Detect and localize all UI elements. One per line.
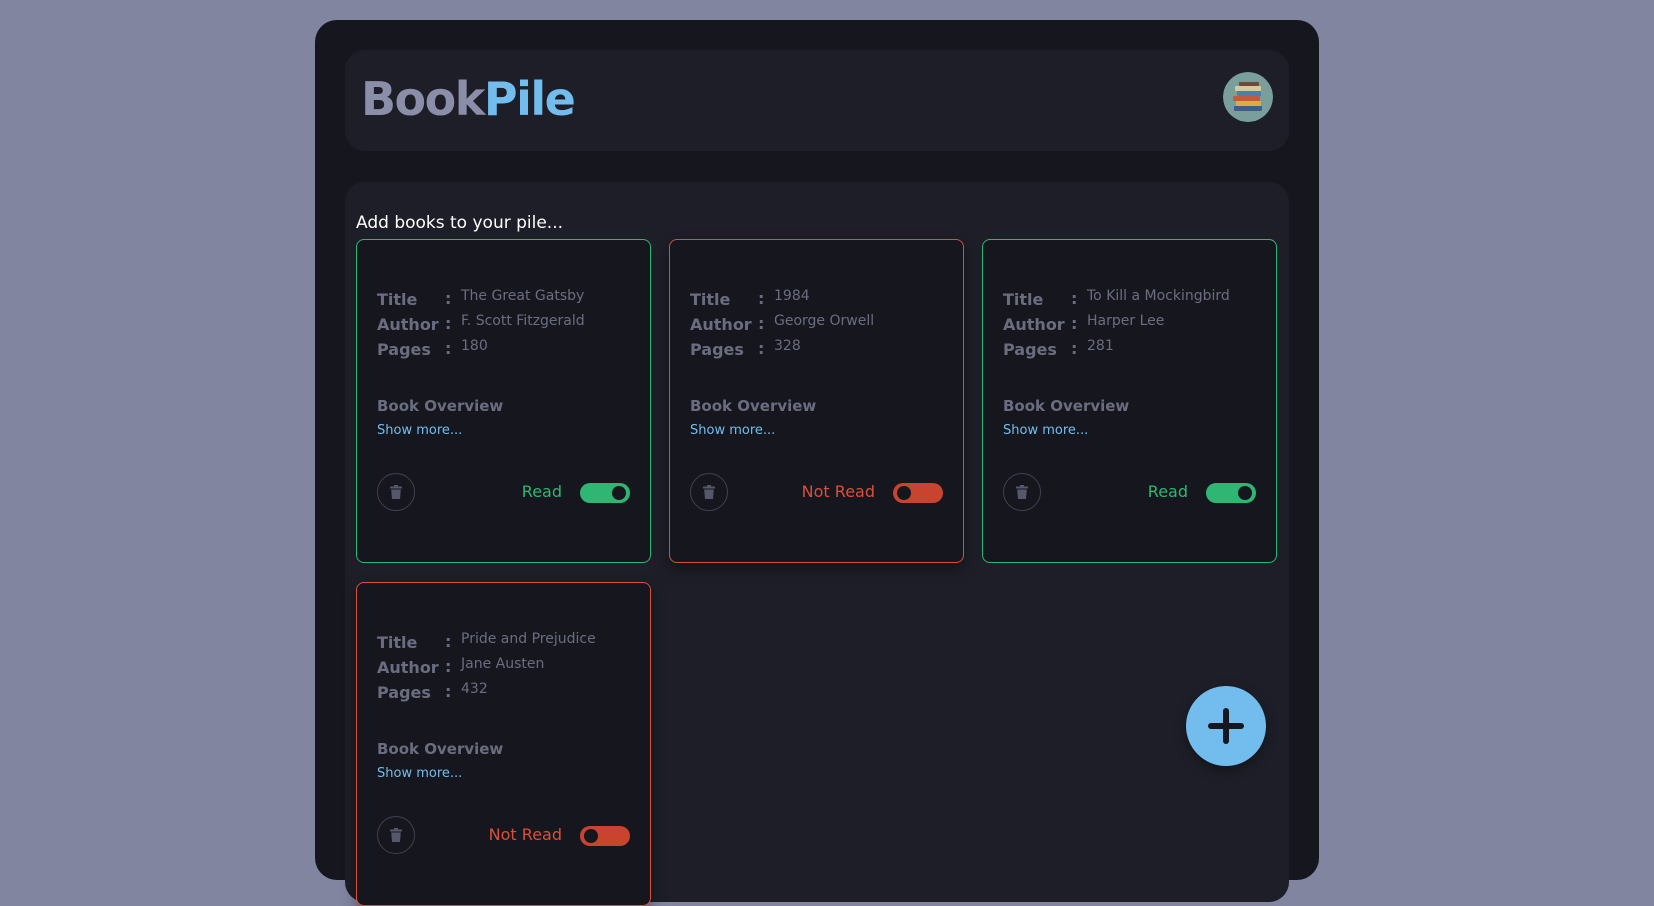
trash-icon xyxy=(1016,485,1028,499)
pages-label: Pages xyxy=(1003,340,1057,359)
author-row: Author : F. Scott Fitzgerald xyxy=(377,313,637,337)
show-more-link[interactable]: Show more... xyxy=(377,423,462,438)
show-more-link[interactable]: Show more... xyxy=(690,423,775,438)
add-book-button[interactable] xyxy=(1186,686,1266,766)
delete-button[interactable] xyxy=(377,473,415,511)
read-status-label: Not Read xyxy=(488,825,562,844)
title-row: Title : To Kill a Mockingbird xyxy=(1003,288,1263,312)
colon: : xyxy=(758,289,765,308)
colon: : xyxy=(1071,339,1078,358)
read-status-label: Read xyxy=(1147,482,1188,501)
title-row: Title : Pride and Prejudice xyxy=(377,631,637,655)
author-label: Author xyxy=(377,315,439,334)
colon: : xyxy=(445,657,452,676)
book-card: Title : The Great Gatsby Author : F. Sco… xyxy=(356,239,651,563)
pages-label: Pages xyxy=(690,340,744,359)
delete-button[interactable] xyxy=(377,816,415,854)
colon: : xyxy=(445,339,452,358)
show-more-link[interactable]: Show more... xyxy=(1003,423,1088,438)
trash-icon xyxy=(390,485,402,499)
book-author: Jane Austen xyxy=(461,656,545,672)
read-toggle[interactable] xyxy=(893,483,943,503)
title-label: Title xyxy=(377,633,418,652)
pages-row: Pages : 180 xyxy=(377,338,637,362)
show-more-link[interactable]: Show more... xyxy=(377,766,462,781)
colon: : xyxy=(445,632,452,651)
delete-button[interactable] xyxy=(1003,473,1041,511)
read-toggle[interactable] xyxy=(580,826,630,846)
read-status-label: Read xyxy=(521,482,562,501)
header: BookPile xyxy=(345,50,1289,151)
add-books-prompt: Add books to your pile... xyxy=(356,213,564,233)
book-pages: 328 xyxy=(774,338,801,354)
book-stack-avatar-icon[interactable] xyxy=(1223,72,1273,122)
book-title: 1984 xyxy=(774,288,810,304)
title-label: Title xyxy=(377,290,418,309)
book-card: Title : Pride and Prejudice Author : Jan… xyxy=(356,582,651,906)
book-card: Title : 1984 Author : George Orwell Page… xyxy=(669,239,964,563)
book-title: Pride and Prejudice xyxy=(461,631,596,647)
toggle-knob xyxy=(584,829,598,843)
logo-pile-text: Pile xyxy=(483,72,576,126)
app-container: BookPile Add books to your pile... Title… xyxy=(315,20,1319,906)
overview-label: Book Overview xyxy=(690,397,817,415)
colon: : xyxy=(1071,289,1078,308)
title-row: Title : The Great Gatsby xyxy=(377,288,637,312)
colon: : xyxy=(758,314,765,333)
book-author: George Orwell xyxy=(774,313,875,329)
app-logo: BookPile xyxy=(361,70,576,128)
book-pages: 180 xyxy=(461,338,488,354)
colon: : xyxy=(445,314,452,333)
author-label: Author xyxy=(690,315,752,334)
author-label: Author xyxy=(1003,315,1065,334)
toggle-knob xyxy=(1238,486,1252,500)
toggle-knob xyxy=(612,486,626,500)
pages-label: Pages xyxy=(377,340,431,359)
read-toggle[interactable] xyxy=(580,483,630,503)
read-status-label: Not Read xyxy=(801,482,875,501)
overview-label: Book Overview xyxy=(377,397,504,415)
read-toggle[interactable] xyxy=(1206,483,1256,503)
book-title: To Kill a Mockingbird xyxy=(1087,288,1230,304)
overview-label: Book Overview xyxy=(377,740,504,758)
title-label: Title xyxy=(1003,290,1044,309)
colon: : xyxy=(445,682,452,701)
author-row: Author : Harper Lee xyxy=(1003,313,1263,337)
title-label: Title xyxy=(690,290,731,309)
delete-button[interactable] xyxy=(690,473,728,511)
book-pile-panel: Add books to your pile... Title : The Gr… xyxy=(345,182,1289,906)
colon: : xyxy=(758,339,765,358)
author-label: Author xyxy=(377,658,439,677)
plus-icon xyxy=(1208,708,1244,744)
toggle-knob xyxy=(897,486,911,500)
overview-label: Book Overview xyxy=(1003,397,1130,415)
trash-icon xyxy=(390,828,402,842)
book-pages: 281 xyxy=(1087,338,1114,354)
colon: : xyxy=(445,289,452,308)
pages-row: Pages : 432 xyxy=(377,681,637,705)
logo-book-text: Book xyxy=(361,72,485,126)
book-author: Harper Lee xyxy=(1087,313,1165,329)
title-row: Title : 1984 xyxy=(690,288,950,312)
book-card: Title : To Kill a Mockingbird Author : H… xyxy=(982,239,1277,563)
pages-row: Pages : 281 xyxy=(1003,338,1263,362)
author-row: Author : Jane Austen xyxy=(377,656,637,680)
colon: : xyxy=(1071,314,1078,333)
book-author: F. Scott Fitzgerald xyxy=(461,313,585,329)
pages-row: Pages : 328 xyxy=(690,338,950,362)
book-pages: 432 xyxy=(461,681,488,697)
book-title: The Great Gatsby xyxy=(461,288,585,304)
author-row: Author : George Orwell xyxy=(690,313,950,337)
pages-label: Pages xyxy=(377,683,431,702)
trash-icon xyxy=(703,485,715,499)
